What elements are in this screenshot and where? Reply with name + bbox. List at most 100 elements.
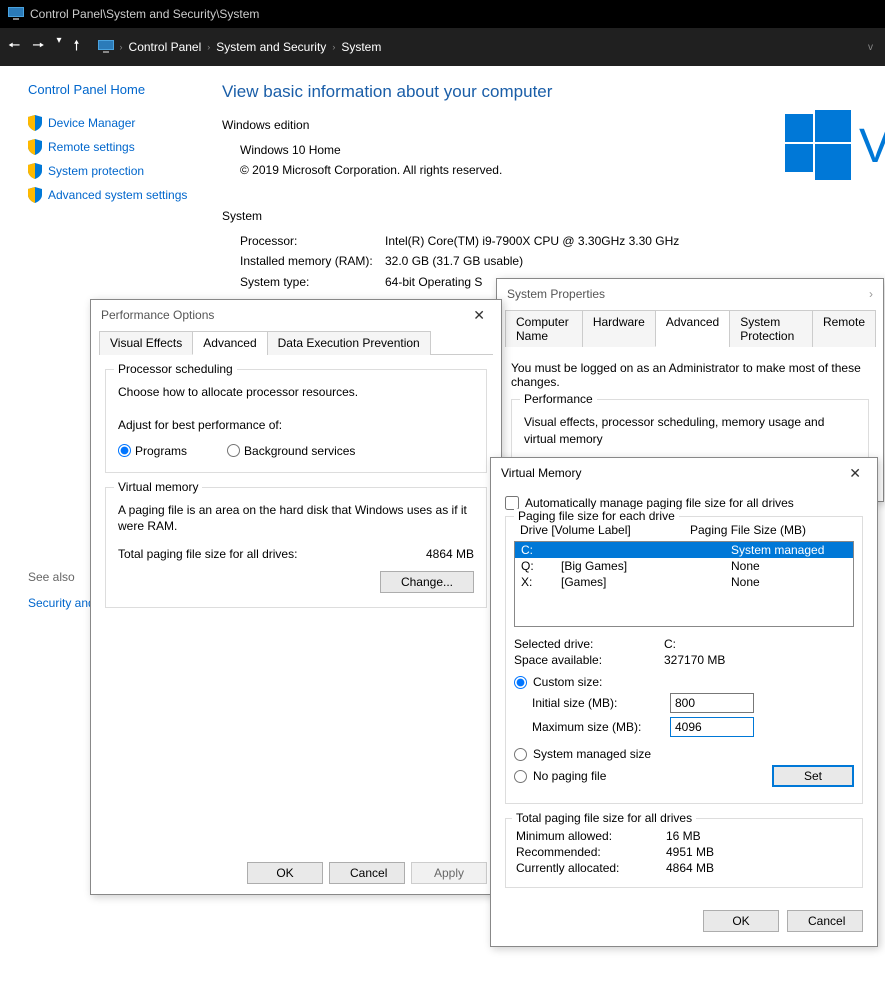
maximum-size-input[interactable]: [670, 717, 754, 737]
admin-note: You must be logged on as an Administrato…: [511, 361, 869, 389]
control-panel-home-link[interactable]: Control Panel Home: [28, 82, 210, 97]
close-icon[interactable]: ✕: [843, 463, 867, 484]
checkbox-input[interactable]: [505, 496, 519, 510]
paging-file-legend: Paging file size for each drive: [514, 509, 679, 523]
processor-value: Intel(R) Core(TM) i9-7900X CPU @ 3.30GHz…: [385, 231, 679, 251]
tabs: Visual Effects Advanced Data Execution P…: [99, 330, 493, 355]
see-also: See also Security and: [28, 570, 95, 610]
tab-advanced[interactable]: Advanced: [192, 331, 267, 355]
performance-desc: Visual effects, processor scheduling, me…: [524, 414, 856, 448]
radio-input[interactable]: [227, 444, 240, 457]
radio-input[interactable]: [118, 444, 131, 457]
chevron-down-icon[interactable]: v: [868, 42, 873, 53]
size-header: Paging File Size (MB): [690, 523, 806, 537]
back-arrow-icon[interactable]: 🠔: [8, 35, 20, 59]
content-area: View basic information about your comput…: [210, 66, 885, 292]
ram-label: Installed memory (RAM):: [240, 251, 385, 271]
radio-programs[interactable]: Programs: [118, 444, 187, 458]
dialog-title: Virtual Memory: [501, 466, 581, 480]
breadcrumb-item[interactable]: System and Security: [216, 40, 326, 54]
minimum-allowed-label: Minimum allowed:: [516, 829, 666, 843]
nav-bar: 🠔 🠖 ▾ 🠕 › Control Panel › System and Sec…: [0, 28, 885, 66]
tabs: Computer Name Hardware Advanced System P…: [505, 309, 875, 347]
cancel-button[interactable]: Cancel: [787, 910, 863, 932]
forward-arrow-icon[interactable]: 🠖: [32, 35, 44, 59]
set-button[interactable]: Set: [772, 765, 854, 787]
recommended-label: Recommended:: [516, 845, 666, 859]
vm-desc: A paging file is an area on the hard dis…: [118, 502, 474, 536]
monitor-icon: [98, 40, 114, 54]
drive-row[interactable]: Q: [Big Games] None: [515, 558, 853, 574]
up-arrow-icon[interactable]: 🠕: [74, 35, 80, 59]
titlebar-path: Control Panel\System and Security\System: [30, 7, 259, 21]
performance-legend: Performance: [520, 392, 597, 406]
security-link[interactable]: Security and: [28, 596, 95, 610]
shield-icon: [28, 163, 42, 179]
currently-allocated-label: Currently allocated:: [516, 861, 666, 875]
sidebar-item-label: Device Manager: [48, 116, 135, 130]
sidebar-item-device-manager[interactable]: Device Manager: [28, 115, 210, 131]
system-type-value: 64-bit Operating S: [385, 272, 482, 292]
tab-hardware[interactable]: Hardware: [582, 310, 656, 347]
shield-icon: [28, 139, 42, 155]
initial-size-label: Initial size (MB):: [532, 696, 664, 710]
radio-input[interactable]: [514, 676, 527, 689]
breadcrumb-item[interactable]: System: [341, 40, 381, 54]
radio-system-managed[interactable]: System managed size: [514, 747, 854, 761]
selected-drive-label: Selected drive:: [514, 637, 664, 651]
performance-options-dialog: Performance Options ✕ Visual Effects Adv…: [90, 299, 502, 895]
auto-manage-checkbox[interactable]: Automatically manage paging file size fo…: [505, 496, 863, 510]
dropdown-chevron-icon[interactable]: ▾: [57, 35, 62, 59]
tab-visual-effects[interactable]: Visual Effects: [99, 331, 193, 355]
breadcrumb[interactable]: › Control Panel › System and Security › …: [120, 40, 382, 54]
chevron-right-icon[interactable]: ›: [869, 287, 873, 301]
total-paging-legend: Total paging file size for all drives: [512, 811, 696, 825]
tab-system-protection[interactable]: System Protection: [729, 310, 813, 347]
ok-button[interactable]: OK: [703, 910, 779, 932]
total-paging-label: Total paging file size for all drives:: [118, 547, 426, 561]
drive-list[interactable]: C: System managed Q: [Big Games] None X:…: [514, 541, 854, 627]
window-titlebar: Control Panel\System and Security\System: [0, 0, 885, 28]
initial-size-input[interactable]: [670, 693, 754, 713]
selected-drive-value: C:: [664, 637, 676, 651]
drive-row[interactable]: C: System managed: [515, 542, 853, 558]
radio-no-paging[interactable]: No paging file: [514, 769, 766, 783]
apply-button[interactable]: Apply: [411, 862, 487, 884]
space-available-label: Space available:: [514, 653, 664, 667]
page-title: View basic information about your comput…: [222, 82, 885, 102]
radio-input[interactable]: [514, 748, 527, 761]
close-icon[interactable]: ✕: [467, 305, 491, 326]
radio-input[interactable]: [514, 770, 527, 783]
cancel-button[interactable]: Cancel: [329, 862, 405, 884]
sidebar-item-label: System protection: [48, 164, 144, 178]
shield-icon: [28, 187, 42, 203]
drive-row[interactable]: X: [Games] None: [515, 574, 853, 590]
chevron-right-icon: ›: [332, 42, 335, 52]
section-header: System: [222, 209, 885, 223]
radio-custom-size[interactable]: Custom size:: [514, 675, 854, 689]
sidebar: Control Panel Home Device Manager Remote…: [0, 66, 210, 292]
space-available-value: 327170 MB: [664, 653, 725, 667]
processor-label: Processor:: [240, 231, 385, 251]
tab-advanced[interactable]: Advanced: [655, 310, 730, 347]
maximum-size-label: Maximum size (MB):: [532, 720, 664, 734]
tab-computer-name[interactable]: Computer Name: [505, 310, 583, 347]
ok-button[interactable]: OK: [247, 862, 323, 884]
virtual-memory-legend: Virtual memory: [114, 480, 202, 494]
proc-sched-legend: Processor scheduling: [114, 362, 237, 376]
minimum-allowed-value: 16 MB: [666, 829, 701, 843]
sidebar-item-remote-settings[interactable]: Remote settings: [28, 139, 210, 155]
tab-remote[interactable]: Remote: [812, 310, 876, 347]
tab-dep[interactable]: Data Execution Prevention: [267, 331, 431, 355]
sidebar-item-system-protection[interactable]: System protection: [28, 163, 210, 179]
shield-icon: [28, 115, 42, 131]
total-paging-value: 4864 MB: [426, 547, 474, 561]
adjust-label: Adjust for best performance of:: [118, 417, 474, 434]
sidebar-item-advanced-system-settings[interactable]: Advanced system settings: [28, 187, 210, 203]
radio-background-services[interactable]: Background services: [227, 444, 355, 458]
virtual-memory-dialog: Virtual Memory ✕ Automatically manage pa…: [490, 457, 878, 947]
breadcrumb-item[interactable]: Control Panel: [129, 40, 202, 54]
svg-text:V: V: [859, 120, 885, 173]
change-button[interactable]: Change...: [380, 571, 474, 593]
dialog-title: System Properties: [507, 287, 605, 301]
